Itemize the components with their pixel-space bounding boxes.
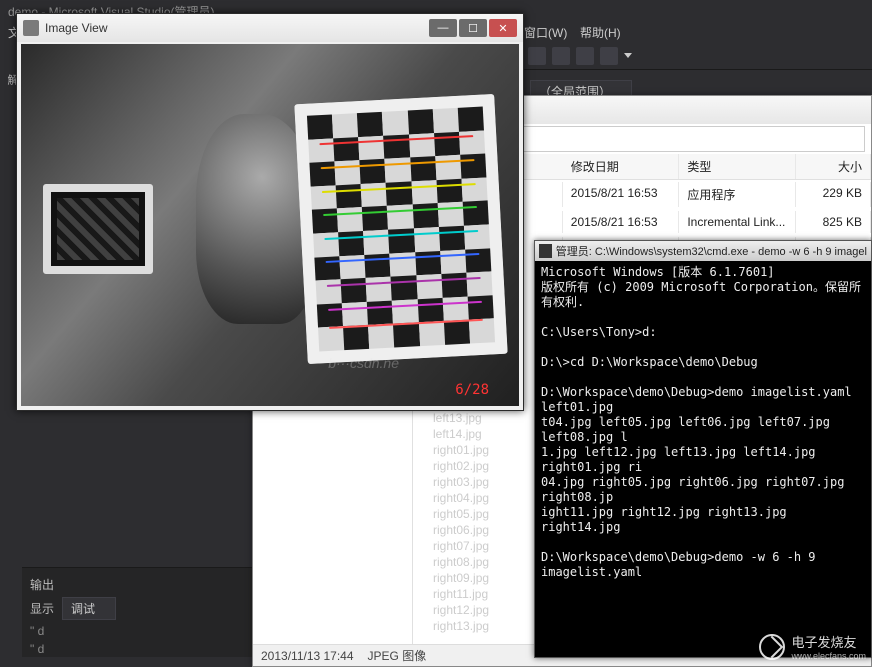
- checkerboard: [294, 94, 507, 364]
- cmd-titlebar[interactable]: 管理员: C:\Windows\system32\cmd.exe - demo …: [535, 241, 871, 261]
- maximize-button[interactable]: ☐: [459, 19, 487, 37]
- crt-monitor: [43, 184, 153, 274]
- output-tab[interactable]: 输出: [30, 576, 54, 593]
- status-date: 2013/11/13 17:44: [261, 649, 354, 663]
- cmd-title: 管理员: C:\Windows\system32\cmd.exe - demo …: [556, 243, 867, 259]
- menu-help[interactable]: 帮助(H): [580, 24, 621, 41]
- cmd-output[interactable]: Microsoft Windows [版本 6.1.7601] 版权所有 (c)…: [535, 261, 871, 657]
- elecfans-watermark: 电子发烧友 www.elecfans.com: [759, 632, 866, 661]
- app-icon: [23, 20, 39, 36]
- imageview-titlebar[interactable]: Image View — ☐ ✕: [17, 14, 523, 42]
- cmd-icon: [539, 244, 552, 258]
- tb-stop-icon[interactable]: [576, 47, 594, 65]
- imageview-canvas: b···csdn.ne 6/28: [21, 44, 519, 406]
- tb-back-icon[interactable]: [528, 47, 546, 65]
- chevron-down-icon[interactable]: [624, 53, 632, 58]
- tb-save-icon[interactable]: [600, 47, 618, 65]
- col-size[interactable]: 大小: [796, 154, 871, 179]
- col-date[interactable]: 修改日期: [563, 154, 680, 179]
- col-type[interactable]: 类型: [679, 154, 796, 179]
- close-button[interactable]: ✕: [489, 19, 517, 37]
- cmd-window[interactable]: 管理员: C:\Windows\system32\cmd.exe - demo …: [534, 240, 872, 658]
- frame-counter: 6/28: [455, 382, 489, 398]
- show-label: 显示: [30, 600, 54, 617]
- vs-toolbar: [520, 42, 872, 70]
- csdn-watermark: b···csdn.ne: [328, 355, 399, 371]
- output-source-dropdown[interactable]: 调试: [62, 597, 116, 620]
- minimize-button[interactable]: —: [429, 19, 457, 37]
- elecfans-logo-icon: [759, 634, 785, 660]
- tb-fwd-icon[interactable]: [552, 47, 570, 65]
- window-title: Image View: [45, 21, 429, 35]
- menu-window[interactable]: 窗口(W): [524, 24, 567, 41]
- status-type: JPEG 图像: [368, 647, 427, 664]
- imageview-window[interactable]: Image View — ☐ ✕ b···csdn.ne 6/28: [16, 13, 524, 411]
